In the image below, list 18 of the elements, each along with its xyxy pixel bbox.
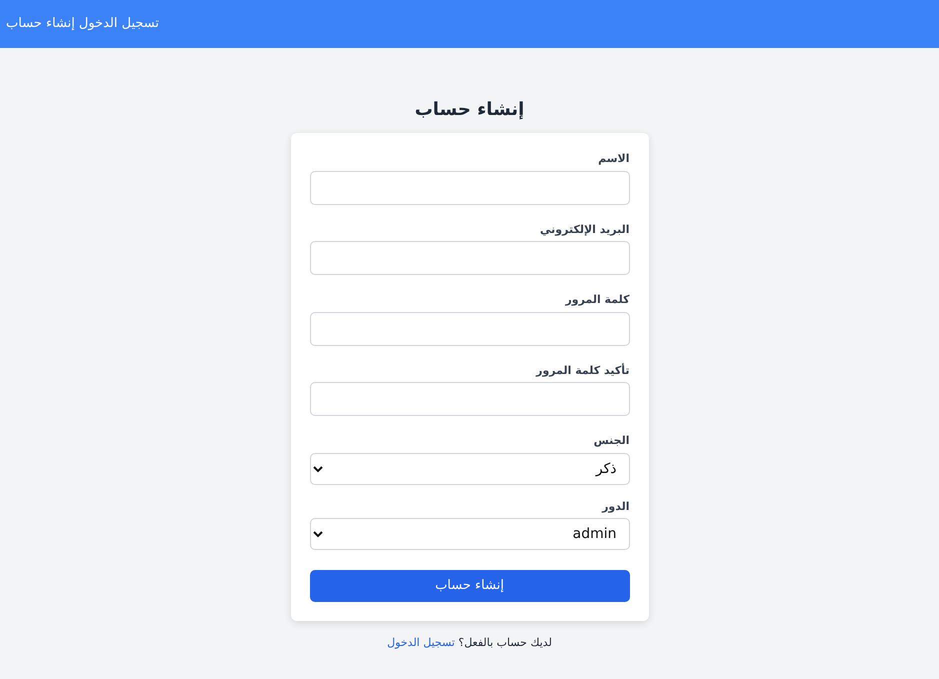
footer-text: لديك حساب بالفعل؟: [458, 636, 552, 649]
text-field[interactable]: [310, 312, 630, 346]
text-field[interactable]: [310, 170, 630, 204]
field-label: تأكيد كلمة المرور: [534, 362, 630, 379]
text-field[interactable]: [310, 382, 630, 416]
login-link[interactable]: تسجيل الدخول: [387, 636, 455, 649]
dropdown-select[interactable]: admin: [310, 518, 630, 550]
field-label: البريد الإلكتروني: [539, 222, 630, 238]
field-label: كلمة المرور: [564, 292, 630, 308]
field-label: الجنس: [592, 433, 630, 449]
text-field[interactable]: [310, 241, 630, 275]
field-label: الاسم: [597, 151, 630, 167]
create-account-button[interactable]: إنشاء حساب: [310, 570, 630, 602]
nav-link[interactable]: تسجيل الدخول: [78, 14, 159, 34]
page-title: إنشاء حساب: [414, 98, 524, 122]
field-label: الدور: [600, 498, 630, 515]
nav-link[interactable]: إنشاء حساب: [6, 14, 75, 34]
dropdown-select[interactable]: ذكر: [310, 452, 630, 484]
